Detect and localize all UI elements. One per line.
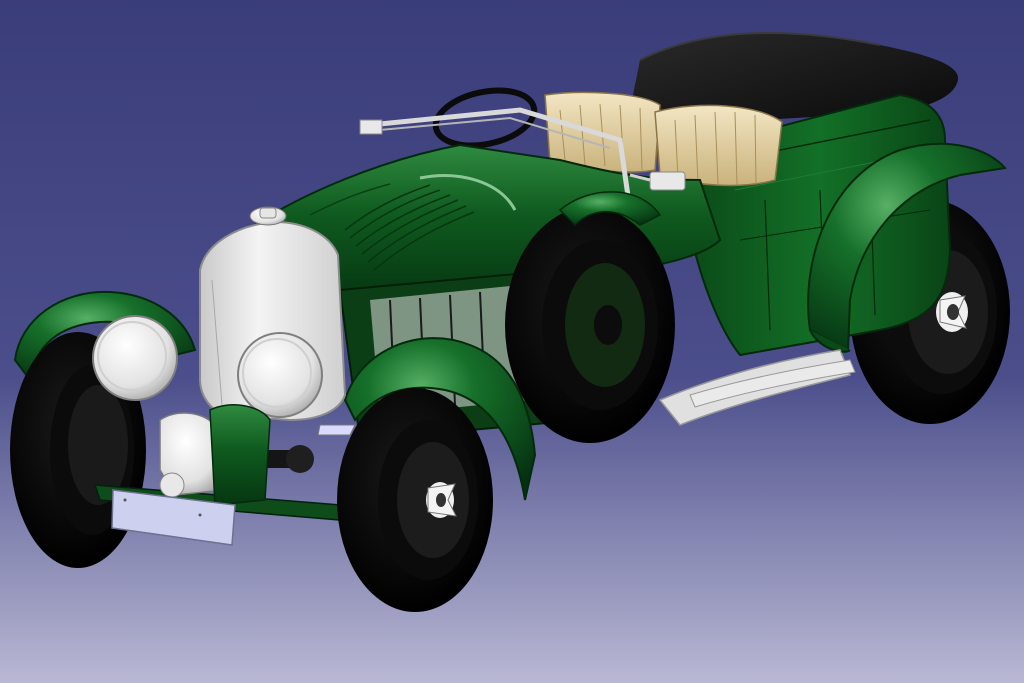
cad-viewport[interactable] [0,0,1024,683]
model-render [0,0,1024,683]
headlamp-right [237,332,323,418]
headlamp-left [92,315,178,401]
front-left-wheel-near [337,388,493,612]
front-right-wheel [505,207,675,443]
